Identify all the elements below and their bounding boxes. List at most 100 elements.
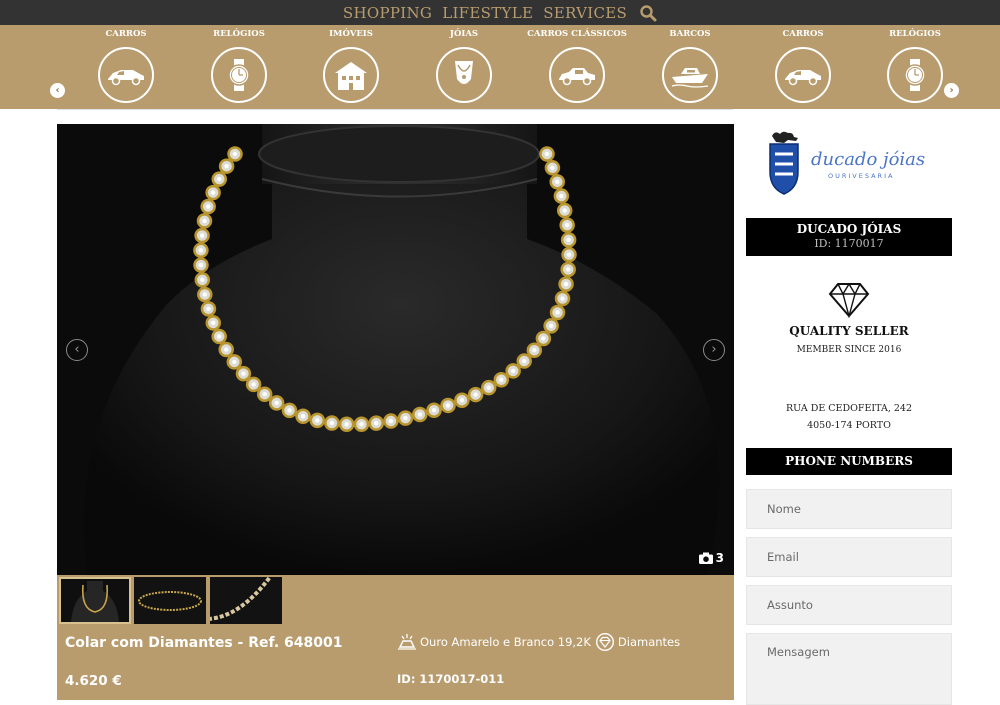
diamond-setting [548, 323, 554, 329]
category-item[interactable]: BARCOS [640, 29, 740, 103]
diamond-setting [499, 377, 504, 382]
camera-icon [698, 552, 713, 564]
thumbnail-image [134, 577, 206, 624]
classic-car-icon [559, 68, 595, 86]
top-bar: SHOPPING LIFESTYLE SERVICES [0, 0, 1000, 25]
diamond-setting [564, 222, 570, 228]
photo-count-value: 3 [715, 551, 724, 565]
diamond-setting [202, 218, 207, 224]
diamond-setting [198, 248, 204, 253]
category-item[interactable]: CARROS [753, 29, 853, 103]
diamond-setting [473, 392, 478, 397]
subject-field[interactable] [746, 585, 952, 625]
category-label: CARROS [782, 29, 824, 39]
diamond-setting [566, 267, 571, 272]
seller-name-box: DUCADO JÓIAS ID: 1170017 [746, 218, 952, 256]
member-since: MEMBER SINCE 2016 [796, 345, 902, 355]
category-prev-button[interactable]: ‹ [50, 83, 65, 98]
diamond-setting [541, 336, 546, 341]
category-item[interactable]: CARROS [76, 29, 176, 103]
category-item[interactable]: JÓIAS [414, 29, 514, 103]
seller-logo-image: ducado jóias OURIVESARIA [769, 131, 925, 195]
thumbnail-1[interactable] [59, 577, 131, 624]
category-next-button[interactable]: › [944, 83, 959, 98]
image-next-button[interactable]: › [703, 339, 725, 361]
diamond-setting [417, 412, 423, 417]
diamond-setting [445, 403, 451, 408]
image-prev-button[interactable]: ‹ [66, 339, 88, 361]
diamond-setting [211, 320, 216, 326]
diamond-setting [251, 382, 256, 387]
thumbnail-image [210, 577, 282, 624]
diamond-setting [560, 296, 565, 301]
diamond-setting [559, 193, 564, 199]
product-material: Ouro Amarelo e Branco 19,2K [420, 635, 591, 649]
boat-icon [671, 68, 709, 88]
nav-shopping[interactable]: SHOPPING [343, 4, 432, 22]
diamond-setting [241, 371, 246, 376]
address-line-2: 4050-174 PORTO [807, 420, 891, 431]
diamond-setting [562, 208, 567, 213]
category-label: CARROS [105, 29, 147, 39]
nav-lifestyle[interactable]: LIFESTYLE [442, 4, 533, 22]
diamond-setting [210, 190, 216, 195]
product-stone: Diamantes [617, 635, 681, 649]
logo-subtext: OURIVESARIA [828, 172, 894, 180]
diamond-setting [287, 408, 292, 413]
message-field[interactable] [746, 633, 952, 705]
thumbnail-2[interactable] [134, 577, 206, 624]
diamond-setting [522, 358, 527, 364]
diamond-setting [544, 151, 550, 157]
quality-seller-badge: QUALITY SELLER [789, 324, 909, 338]
diamond-setting [459, 398, 465, 403]
thumbnail-3[interactable] [210, 577, 282, 624]
category-label: JÓIAS [449, 29, 479, 39]
diamond-setting [232, 151, 238, 157]
diamond-setting [198, 262, 204, 268]
diamond-icon [828, 282, 870, 319]
diamond-setting [359, 422, 364, 427]
diamond-setting [510, 368, 516, 374]
logo-text: ducado jóias [811, 149, 925, 170]
diamond-setting [374, 420, 379, 426]
nav-services[interactable]: SERVICES [543, 4, 627, 22]
product-price: 4.620 € [65, 673, 122, 689]
phone-numbers-button[interactable]: PHONE NUMBERS [746, 448, 952, 475]
car-icon [108, 70, 144, 86]
diamond-setting [205, 204, 211, 209]
diamond-setting [274, 400, 279, 406]
necklace-photo [57, 124, 734, 575]
diamond-setting [224, 163, 229, 169]
category-label: IMÓVEIS [329, 29, 373, 39]
category-label: BARCOS [669, 29, 711, 39]
diamond-setting [403, 415, 408, 421]
diamond-setting [202, 292, 207, 297]
product-id: ID: 1170017-011 [397, 672, 505, 686]
diamond-setting [566, 252, 572, 257]
seller-address: RUA DE CEDOFEITA, 242 4050-174 PORTO [746, 400, 952, 434]
diamond-setting [550, 165, 555, 170]
seller-logo[interactable]: ducado jóias OURIVESARIA [766, 130, 936, 200]
diamond-setting [566, 237, 571, 243]
diamond-setting [555, 310, 560, 315]
seller-id: ID: 1170017 [814, 237, 884, 250]
diamond-setting [532, 348, 537, 353]
email-field[interactable] [746, 537, 952, 577]
diamond-setting [217, 176, 222, 182]
diamond-setting [431, 408, 437, 413]
name-field[interactable] [746, 489, 952, 529]
category-label: CARROS CLÁSSICOS [527, 29, 627, 39]
necklace-icon [455, 61, 473, 84]
category-item[interactable]: CARROS CLÁSSICOS [527, 29, 627, 103]
gem-icon [595, 632, 614, 652]
house-icon [335, 62, 367, 90]
category-item[interactable]: RELÓGIOS [189, 29, 289, 103]
category-item[interactable]: IMÓVEIS [301, 29, 401, 103]
product-main-image[interactable]: ‹ › 3 [57, 124, 734, 575]
product-attributes: Ouro Amarelo e Branco 19,2K Diamantes [397, 632, 680, 652]
photo-count: 3 [698, 551, 724, 565]
category-label: RELÓGIOS [213, 29, 265, 39]
diamond-setting [300, 414, 306, 419]
search-icon[interactable] [639, 4, 657, 22]
address-line-1: RUA DE CEDOFEITA, 242 [785, 403, 913, 414]
